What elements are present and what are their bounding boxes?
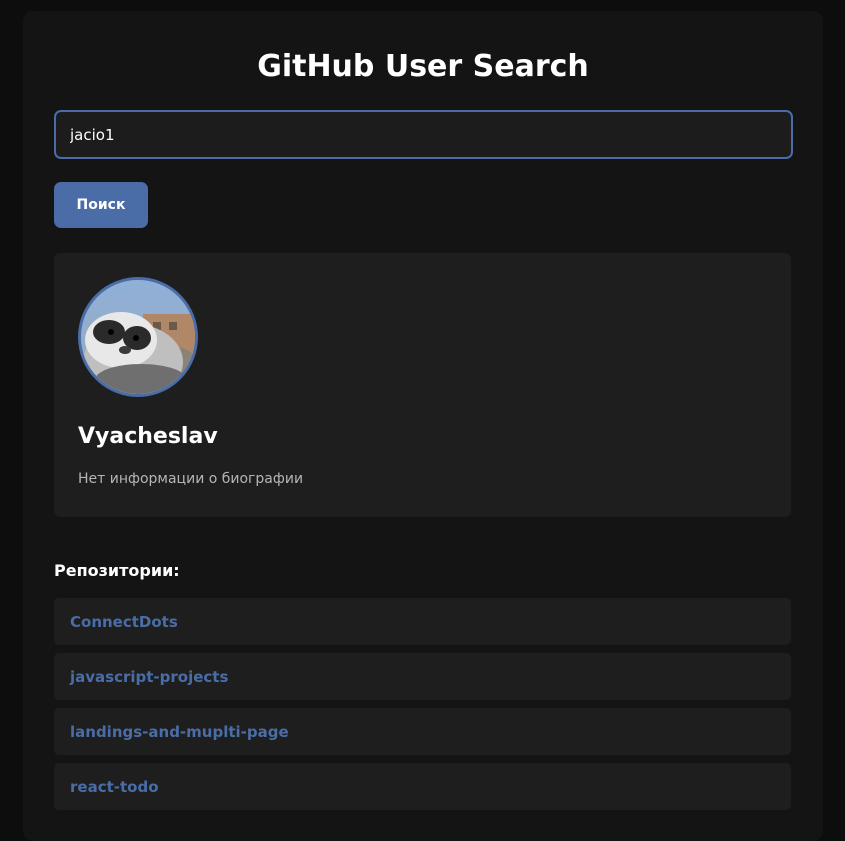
search-input[interactable]	[54, 110, 793, 159]
list-item: ConnectDots	[54, 598, 791, 645]
page-title: GitHub User Search	[257, 49, 589, 84]
repository-list: ConnectDots javascript-projects landings…	[54, 598, 792, 810]
search-button[interactable]: Поиск	[54, 182, 148, 228]
repository-link[interactable]: javascript-projects	[70, 668, 228, 686]
list-item: javascript-projects	[54, 653, 791, 700]
repository-link[interactable]: landings-and-muplti-page	[70, 723, 289, 741]
profile-card: Vyacheslav Нет информации о биографии	[54, 253, 791, 517]
repository-link[interactable]: ConnectDots	[70, 613, 178, 631]
penguin-chick-avatar-icon	[81, 280, 195, 394]
list-item: landings-and-muplti-page	[54, 708, 791, 755]
avatar	[78, 277, 198, 397]
repositories-heading: Репозитории:	[54, 561, 180, 580]
profile-bio: Нет информации о биографии	[78, 471, 304, 487]
main-container: GitHub User Search Поиск	[23, 11, 823, 841]
repository-link[interactable]: react-todo	[70, 778, 159, 796]
list-item: react-todo	[54, 763, 791, 810]
profile-name: Vyacheslav	[78, 424, 218, 449]
